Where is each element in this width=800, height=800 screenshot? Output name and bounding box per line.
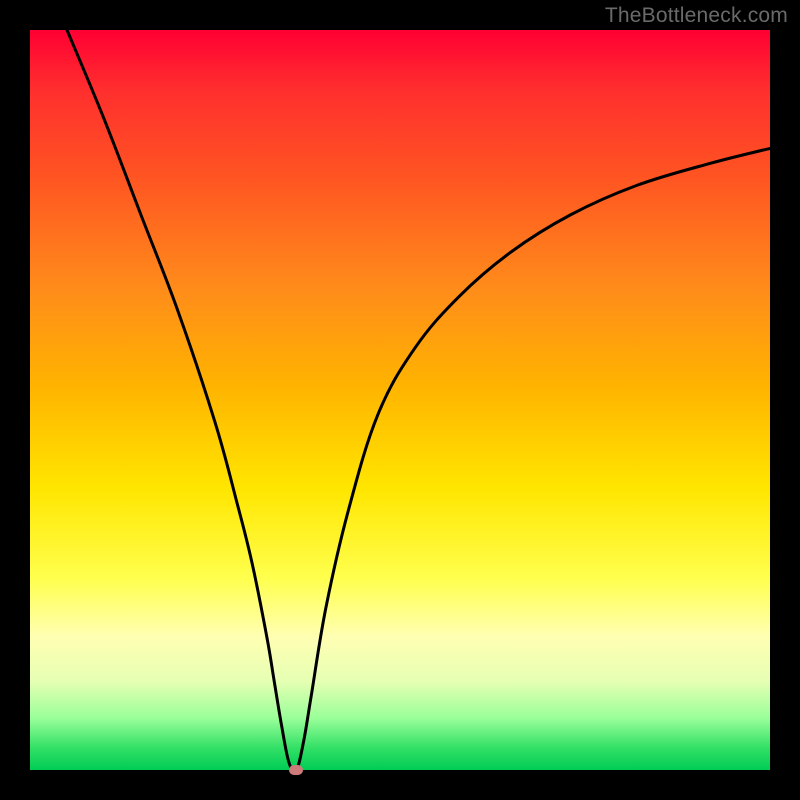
curve-svg: [30, 30, 770, 770]
optimal-marker: [289, 765, 303, 775]
chart-frame: TheBottleneck.com: [0, 0, 800, 800]
plot-area: [30, 30, 770, 770]
attribution-text: TheBottleneck.com: [605, 4, 788, 28]
bottleneck-curve: [67, 30, 770, 772]
